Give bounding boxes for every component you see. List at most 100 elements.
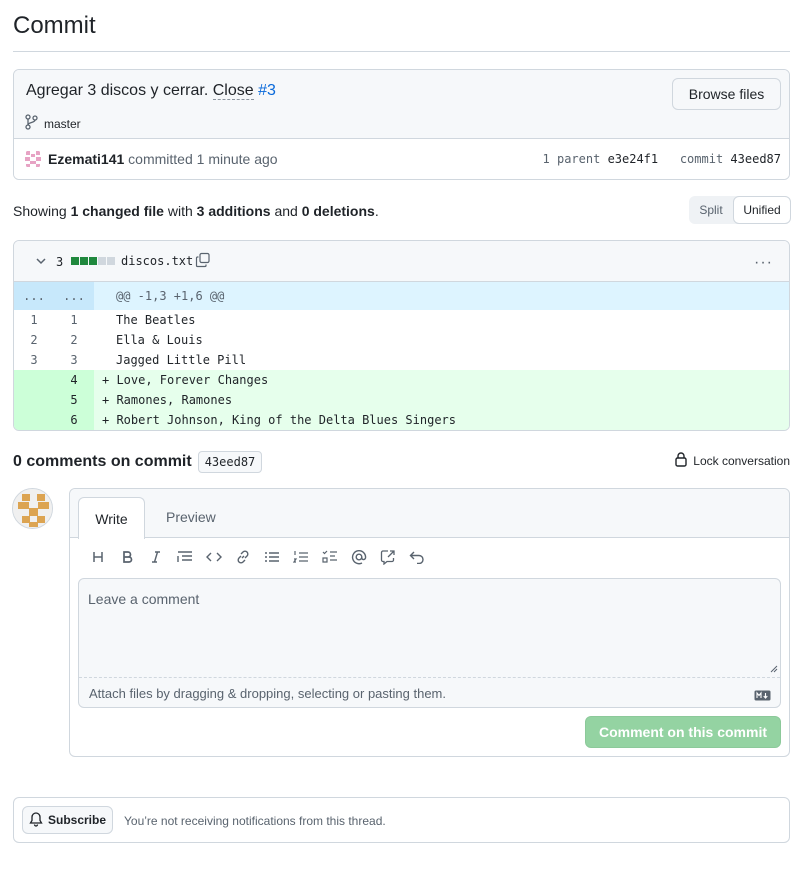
diffstat-block [71, 257, 79, 265]
browse-files-button[interactable]: Browse files [672, 78, 781, 110]
resize-handle-icon[interactable] [770, 665, 778, 673]
line-number-new[interactable]: 6 [54, 410, 94, 430]
diff-line: 1 1 The Beatles [14, 310, 789, 330]
title-divider [13, 51, 790, 52]
lock-icon [674, 451, 688, 470]
undo-icon[interactable] [407, 547, 426, 566]
line-code: + Ramones, Ramones [94, 390, 789, 410]
sha-info: 1 parent e3e24f1 commit 43eed87 [543, 152, 781, 166]
diff-view-toggle: Split Unified [689, 196, 791, 224]
file-name[interactable]: discos.txt [121, 254, 193, 268]
commit-message-text: Agregar 3 discos y cerrar. [26, 82, 209, 99]
line-code: + Robert Johnson, King of the Delta Blue… [94, 410, 789, 430]
commit-message: Agregar 3 discos y cerrar. Close #3 [26, 82, 276, 100]
line-number-new[interactable]: 1 [54, 310, 94, 330]
heading-icon[interactable] [88, 547, 107, 566]
commit-header: Agregar 3 discos y cerrar. Close #3 mast… [14, 70, 789, 139]
hunk-header: ... ... @@ -1,3 +1,6 @@ [14, 282, 789, 310]
tab-write[interactable]: Write [78, 497, 145, 539]
diff-line: 2 2 Ella & Louis [14, 330, 789, 350]
markdown-icon[interactable] [754, 688, 771, 704]
subscribe-button[interactable]: Subscribe [22, 806, 113, 834]
ordered-list-icon[interactable] [291, 547, 310, 566]
author-name[interactable]: Ezemati141 [48, 151, 124, 167]
commit-label: commit [679, 152, 724, 166]
stats-period: . [374, 203, 379, 219]
line-number-new[interactable]: 3 [54, 350, 94, 370]
comment-placeholder: Leave a comment [88, 591, 200, 607]
parent-label: 1 parent [542, 152, 601, 166]
reference-icon[interactable] [378, 547, 397, 566]
diffstat-block [107, 257, 115, 265]
diff-count: 3 [56, 255, 64, 269]
tab-preview[interactable]: Preview [166, 509, 216, 525]
link-icon[interactable] [233, 547, 252, 566]
file-header: 3 discos.txt ··· [14, 241, 789, 282]
hunk-text: @@ -1,3 +1,6 @@ [116, 289, 225, 303]
line-code: The Beatles [116, 313, 196, 327]
issue-link[interactable]: #3 [258, 82, 276, 99]
kebab-menu-icon[interactable]: ··· [754, 254, 773, 272]
stats-additions: 3 additions [196, 203, 271, 219]
line-code: Jagged Little Pill [116, 353, 247, 367]
commit-meta: Ezemati141 committed 1 minute ago 1 pare… [14, 139, 789, 179]
code-icon[interactable] [204, 547, 223, 566]
current-user-avatar[interactable] [12, 488, 53, 529]
italic-icon[interactable] [146, 547, 165, 566]
commit-summary: Agregar 3 discos y cerrar. Close #3 mast… [13, 69, 790, 180]
unified-view-button[interactable]: Unified [733, 196, 791, 224]
page-title: Commit [13, 12, 96, 39]
bell-icon [29, 811, 43, 830]
chevron-down-icon[interactable] [34, 254, 48, 271]
line-number-old[interactable]: 3 [14, 350, 54, 370]
lock-conversation-button[interactable]: Lock conversation [674, 451, 790, 470]
line-number-new[interactable]: 5 [54, 390, 94, 410]
line-number-new[interactable]: 4 [54, 370, 94, 390]
attach-files-area[interactable]: Attach files by dragging & dropping, sel… [79, 677, 780, 708]
mention-icon[interactable] [349, 547, 368, 566]
quote-icon[interactable] [175, 547, 194, 566]
lock-label: Lock conversation [693, 453, 790, 468]
commit-author-line: Ezemati141 committed 1 minute ago [48, 151, 278, 167]
subscribe-label: Subscribe [47, 813, 107, 827]
comment-submit-button[interactable]: Comment on this commit [585, 716, 781, 748]
line-code: + Love, Forever Changes [94, 370, 789, 390]
unordered-list-icon[interactable] [262, 547, 281, 566]
comments-commit-sha: 43eed87 [197, 451, 263, 473]
line-number-old [14, 390, 54, 410]
task-list-icon[interactable] [320, 547, 339, 566]
subscription-status: You’re not receiving notifications from … [124, 814, 386, 828]
line-number-old[interactable]: 2 [14, 330, 54, 350]
split-view-button[interactable]: Split [689, 196, 733, 224]
branch-indicator[interactable]: master [24, 114, 81, 133]
diff-line: 3 3 Jagged Little Pill [14, 350, 789, 370]
commit-action: committed [128, 151, 193, 167]
stats-deletions: 0 deletions [301, 203, 375, 219]
copy-icon[interactable] [195, 252, 211, 271]
stats-showing: Showing [13, 203, 67, 219]
line-number-new[interactable]: 2 [54, 330, 94, 350]
diffstat-block [80, 257, 88, 265]
commit-sha: 43eed87 [730, 152, 781, 166]
comments-heading-text: 0 comments on commit [13, 453, 192, 470]
line-number-old[interactable]: ... [14, 282, 54, 310]
attach-hint: Attach files by dragging & dropping, sel… [89, 686, 446, 701]
diffstat-block [89, 257, 97, 265]
diff-line-added: 6 + Robert Johnson, King of the Delta Bl… [14, 410, 789, 430]
line-number-old[interactable]: 1 [14, 310, 54, 330]
comment-textarea[interactable]: Leave a comment Attach files by dragging… [78, 578, 781, 708]
diffstat-blocks [71, 257, 115, 265]
comments-heading: 0 comments on commit 43eed87 [13, 451, 263, 473]
line-number-new[interactable]: ... [54, 282, 94, 310]
line-number-old [14, 370, 54, 390]
diffstat-block [98, 257, 106, 265]
git-branch-icon [24, 114, 38, 133]
bold-icon[interactable] [117, 547, 136, 566]
parent-sha[interactable]: e3e24f1 [608, 152, 659, 166]
diff-line-added: 5 + Ramones, Ramones [14, 390, 789, 410]
stats-and: and [274, 203, 298, 219]
diff-line-added: 4 + Love, Forever Changes [14, 370, 789, 390]
author-avatar[interactable] [23, 149, 43, 169]
stats-changed-files: 1 changed file [70, 203, 164, 219]
commit-time[interactable]: 1 minute ago [197, 151, 278, 167]
